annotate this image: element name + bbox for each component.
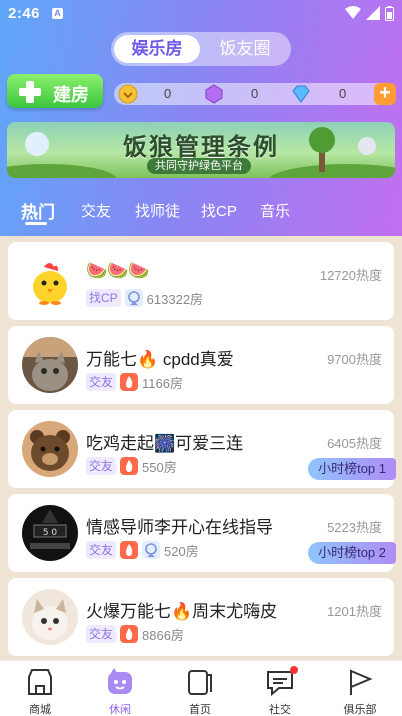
notification-dot [290, 666, 298, 674]
room-tag: 交友 [86, 625, 117, 643]
room-tag: 交友 [86, 373, 117, 391]
room-title: 吃鸡走起🎆可爱三连 [86, 434, 244, 453]
nav-item-shop[interactable]: 商城 [0, 661, 80, 716]
room-card[interactable]: 万能七🔥 cpdd真爱 交友 1166房 9700热度 [8, 326, 394, 404]
room-title: 火爆万能七🔥周末尤嗨皮 [86, 602, 278, 621]
nav-item-leisure[interactable]: 休闲 [80, 661, 160, 716]
room-title: 情感导师李开心在线指导 [86, 518, 273, 537]
fire-icon [120, 457, 139, 475]
room-card[interactable]: 吃鸡走起🎆可爱三连 交友 550房 6405热度 小时榜top 1 [8, 410, 396, 488]
status-bar: 2:46 A [0, 0, 402, 28]
tab-hot[interactable]: 热门 [21, 198, 55, 223]
notice-banner[interactable]: 饭狼管理条例 共同守护绿色平台 [7, 122, 395, 178]
chick-avatar [22, 253, 78, 309]
notification-icon: A [52, 8, 63, 19]
banner-subtitle: 共同守护绿色平台 [147, 158, 251, 174]
nav-label: 商城 [29, 704, 51, 716]
segment-entertainment-room[interactable]: 娱乐房 [114, 35, 200, 63]
wifi-icon [345, 6, 361, 19]
room-tag: 找CP [86, 289, 121, 307]
hourly-rank-badge: 小时榜top 1 [308, 458, 396, 480]
signal-icon [366, 6, 380, 20]
fire-icon [120, 373, 139, 391]
badge-icon [124, 289, 143, 307]
room-count: 550房 [142, 459, 177, 475]
nav-label: 休闲 [109, 704, 131, 716]
plus-icon [19, 81, 41, 103]
room-heat: 9700热度 [327, 352, 382, 367]
room-count: 613322房 [146, 291, 204, 307]
status-time: 2:46 [8, 5, 41, 22]
nav-label: 社交 [269, 704, 291, 716]
stage-avatar: 5 0 [22, 505, 78, 561]
gem-icon [205, 84, 223, 104]
nav-item-home[interactable]: 首页 [160, 661, 240, 716]
nav-label: 首页 [189, 704, 211, 716]
diamond-value: 0 [339, 86, 347, 101]
room-heat: 1201热度 [327, 604, 382, 619]
gem-value: 0 [251, 86, 259, 101]
room-tags: 交友 520房 [86, 541, 199, 559]
room-tags: 交友 8866房 [86, 625, 184, 643]
home-card-icon [188, 670, 212, 695]
room-count: 1166房 [142, 375, 183, 391]
shop-icon [28, 669, 52, 695]
fire-icon [120, 625, 139, 643]
battery-icon [385, 5, 394, 21]
kitten-avatar [22, 589, 78, 645]
fire-icon [120, 541, 139, 559]
flag-icon [350, 669, 373, 695]
room-card[interactable]: 火爆万能七🔥周末尤嗨皮 交友 8866房 1201热度 [8, 578, 394, 656]
room-title: 🍉🍉🍉 [86, 261, 150, 280]
bear-avatar [22, 421, 78, 477]
room-count: 520房 [164, 543, 199, 559]
room-title: 万能七🔥 cpdd真爱 [86, 350, 234, 369]
svg-text:5 0: 5 0 [43, 528, 58, 538]
room-count: 8866房 [142, 627, 184, 643]
nav-item-club[interactable]: 俱乐部 [320, 661, 400, 716]
room-tag: 交友 [86, 457, 117, 475]
tab-music[interactable]: 音乐 [260, 200, 290, 221]
badge-icon [142, 541, 161, 559]
bottom-navigation: 商城 休闲 首页 社交 俱乐部 [0, 660, 402, 716]
nav-label: 俱乐部 [343, 704, 377, 716]
status-icons [345, 5, 394, 21]
segment-friends-circle[interactable]: 饭友圈 [202, 35, 288, 63]
room-tags: 找CP 613322房 [86, 289, 203, 307]
tab-find-mentor[interactable]: 找师徒 [135, 200, 180, 221]
coin-icon [118, 84, 138, 104]
segmented-control: 娱乐房 饭友圈 [111, 32, 291, 66]
room-tags: 交友 550房 [86, 457, 177, 475]
coin-value: 0 [164, 86, 172, 101]
leisure-icon [108, 668, 132, 694]
hourly-rank-badge: 小时榜top 2 [308, 542, 396, 564]
tab-find-cp[interactable]: 找CP [201, 200, 237, 221]
category-tabs: 热门 交友 找师徒 找CP 音乐 [0, 196, 402, 230]
currency-bar: 0 0 0 + [114, 83, 396, 105]
diamond-icon [292, 85, 310, 103]
room-tags: 交友 1166房 [86, 373, 183, 391]
room-tag: 交友 [86, 541, 117, 559]
nav-item-social[interactable]: 社交 [240, 661, 320, 716]
room-card[interactable]: 🍉🍉🍉 找CP 613322房 12720热度 [8, 242, 394, 320]
tab-make-friends[interactable]: 交友 [81, 200, 111, 221]
build-room-label: 建房 [53, 85, 89, 105]
room-card[interactable]: 5 0 情感导师李开心在线指导 交友 520房 5223热度 小时榜top 2 [8, 494, 396, 572]
add-currency-button[interactable]: + [374, 83, 396, 105]
banner-title: 饭狼管理条例 [123, 134, 279, 161]
room-heat: 12720热度 [319, 268, 382, 283]
room-heat: 6405热度 [327, 436, 382, 451]
room-heat: 5223热度 [327, 520, 382, 535]
build-room-button[interactable]: 建房 [7, 74, 103, 108]
cat-avatar [22, 337, 78, 393]
tab-indicator [25, 222, 47, 225]
